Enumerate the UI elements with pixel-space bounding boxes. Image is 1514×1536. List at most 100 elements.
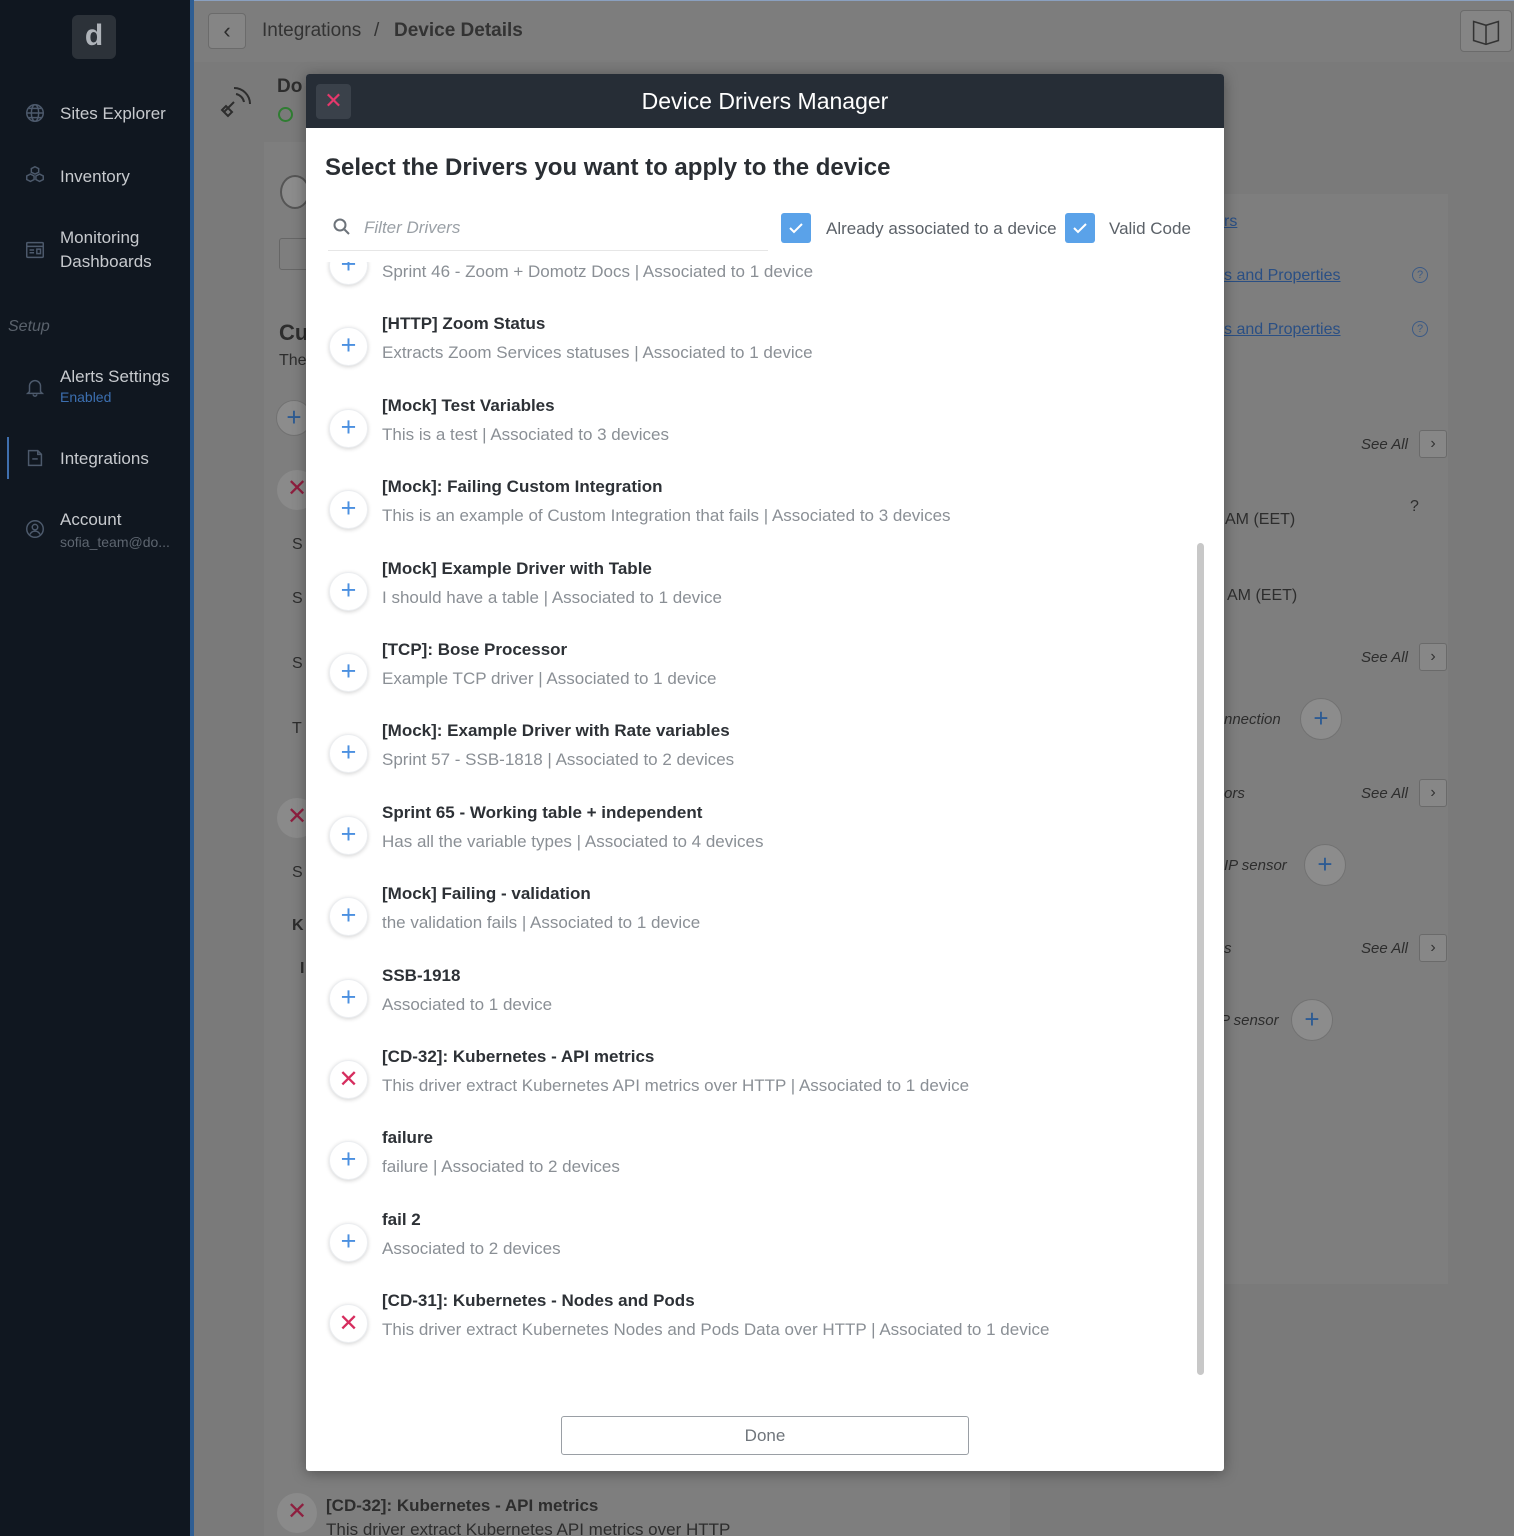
- close-icon: ✕: [338, 1310, 359, 1338]
- add-driver-button[interactable]: +: [329, 653, 368, 692]
- add-driver-button[interactable]: +: [329, 1222, 368, 1262]
- back-button[interactable]: ‹: [208, 13, 246, 49]
- driver-description: I should have a table | Associated to 1 …: [382, 587, 722, 607]
- add-driver-button[interactable]: +: [329, 897, 368, 937]
- add-driver-button[interactable]: +: [329, 734, 368, 774]
- docs-button[interactable]: [1460, 10, 1512, 52]
- driver-item: + [Mock]: Failing Custom Integration This …: [306, 473, 1196, 554]
- sidebar-item-label-line2: Dashboards: [60, 252, 152, 271]
- top-bar: [194, 0, 1514, 62]
- bg-letter: S: [292, 536, 303, 553]
- globe-icon: [24, 102, 46, 124]
- right-panel: [1214, 194, 1448, 1284]
- driver-description: the validation fails | Associated to 1 d…: [382, 913, 701, 933]
- plus-icon: +: [340, 262, 357, 279]
- bg-s: s: [1224, 940, 1232, 957]
- chevron-right-icon[interactable]: ›: [1419, 430, 1447, 458]
- bg-add-button[interactable]: +: [1300, 698, 1342, 740]
- sidebar-item-alerts-settings[interactable]: Alerts Settings Enabled: [0, 365, 190, 409]
- already-associated-label[interactable]: Already associated to a device: [826, 219, 1057, 239]
- add-driver-button[interactable]: +: [329, 571, 368, 611]
- already-associated-checkbox[interactable]: [781, 213, 811, 243]
- bg-input: [279, 238, 309, 270]
- bg-link-top[interactable]: rs: [1224, 213, 1237, 231]
- bg-letter: S: [292, 590, 303, 607]
- bg-add-button[interactable]: +: [1304, 844, 1346, 886]
- device-icon: [216, 82, 256, 122]
- driver-description: Associated to 1 device: [382, 994, 553, 1014]
- bg-ors: ors: [1224, 785, 1245, 802]
- add-driver-button[interactable]: +: [329, 327, 368, 367]
- see-all-link[interactable]: See All: [1361, 785, 1408, 802]
- driver-description: This driver extract Kubernetes Nodes and…: [382, 1320, 1050, 1340]
- bg-letter: S: [292, 655, 303, 672]
- sidebar-item-label: Integrations: [60, 449, 149, 468]
- remove-driver-button[interactable]: ✕: [329, 1304, 368, 1344]
- alerts-status-text: Enabled: [60, 389, 112, 405]
- see-all-link[interactable]: See All: [1361, 940, 1408, 957]
- bg-add-button[interactable]: +: [1291, 999, 1333, 1041]
- done-button[interactable]: Done: [561, 1416, 969, 1455]
- driver-item: + [Mock] Failing - validation the validati…: [306, 880, 1196, 961]
- book-icon: [1472, 20, 1500, 46]
- bg-p-sensor: P sensor: [1220, 1012, 1279, 1029]
- help-icon[interactable]: ?: [1412, 321, 1428, 337]
- sidebar: d Sites Explorer Inventory Monitoring Da…: [0, 0, 190, 1536]
- bg-remove-button[interactable]: ✕: [277, 1493, 317, 1533]
- chevron-right-icon[interactable]: ›: [1419, 779, 1447, 807]
- plus-icon: +: [340, 574, 357, 605]
- bell-icon: [24, 376, 46, 398]
- bg-question: ?: [1410, 498, 1419, 515]
- integrations-icon: [24, 447, 46, 469]
- see-all-link[interactable]: See All: [1361, 436, 1408, 453]
- list-scrollbar[interactable]: [1197, 543, 1204, 1375]
- add-driver-button[interactable]: +: [329, 408, 368, 448]
- bg-link-properties[interactable]: s and Properties: [1224, 267, 1341, 285]
- breadcrumb-current: Device Details: [394, 20, 523, 41]
- see-all-link[interactable]: See All: [1361, 649, 1408, 666]
- add-driver-button[interactable]: +: [329, 262, 368, 285]
- check-icon: [789, 223, 803, 234]
- bg-letter: T: [292, 720, 302, 737]
- sidebar-item-label: Alerts Settings: [60, 367, 170, 386]
- valid-code-label[interactable]: Valid Code: [1109, 219, 1191, 239]
- bg-link-properties[interactable]: s and Properties: [1224, 321, 1341, 339]
- driver-description: failure | Associated to 2 devices: [382, 1157, 620, 1177]
- filter-drivers-input[interactable]: [364, 213, 764, 243]
- help-icon[interactable]: ?: [1412, 267, 1428, 283]
- bg-time: AM (EET): [1227, 587, 1298, 604]
- remove-driver-button[interactable]: ✕: [329, 1060, 368, 1099]
- driver-description: Sprint 46 - Zoom + Domotz Docs | Associa…: [382, 262, 814, 281]
- driver-item: ✕ [CD-31]: Kubernetes - Nodes and Pods Thi…: [306, 1287, 1196, 1368]
- add-driver-button[interactable]: +: [329, 815, 368, 855]
- modal-header: ✕ Device Drivers Manager: [306, 74, 1224, 128]
- plus-icon: +: [340, 737, 357, 768]
- driver-name: failure: [382, 1128, 434, 1148]
- driver-item: + SSB-1918 Associated to 1 device: [306, 962, 1196, 1043]
- bg-time: AM (EET): [1225, 511, 1296, 528]
- add-driver-button[interactable]: +: [329, 490, 368, 530]
- sidebar-item-label: Sites Explorer: [60, 104, 166, 123]
- bg-letter: K: [292, 917, 304, 934]
- breadcrumb-parent[interactable]: Integrations: [262, 20, 361, 42]
- driver-item: + Sprint 65 - Working table + independent…: [306, 799, 1196, 880]
- sidebar-item-sites-explorer[interactable]: Sites Explorer: [0, 100, 190, 130]
- sidebar-item-account[interactable]: Account sofia_team@do...: [0, 508, 190, 552]
- device-drivers-modal: ✕ Device Drivers Manager Select the Driv…: [306, 74, 1224, 1471]
- filter-drivers-field: [328, 209, 768, 251]
- sidebar-item-integrations[interactable]: Integrations: [0, 445, 190, 475]
- driver-item: + [TCP]: Bose Processor Example TCP driver…: [306, 636, 1196, 717]
- sidebar-item-monitoring-dashboards[interactable]: Monitoring Dashboards: [0, 226, 190, 276]
- sidebar-item-label: Inventory: [60, 167, 130, 186]
- status-online-icon: [278, 107, 293, 122]
- valid-code-checkbox[interactable]: [1065, 213, 1095, 243]
- plus-icon: +: [340, 656, 357, 686]
- sidebar-item-inventory[interactable]: Inventory: [0, 163, 190, 193]
- close-icon: ✕: [338, 1066, 359, 1093]
- app-logo[interactable]: d: [72, 15, 116, 59]
- add-driver-button[interactable]: +: [329, 1141, 368, 1181]
- sidebar-item-label: Account: [60, 510, 122, 529]
- add-driver-button[interactable]: +: [329, 978, 368, 1018]
- chevron-right-icon[interactable]: ›: [1419, 934, 1447, 962]
- chevron-right-icon[interactable]: ›: [1419, 643, 1447, 671]
